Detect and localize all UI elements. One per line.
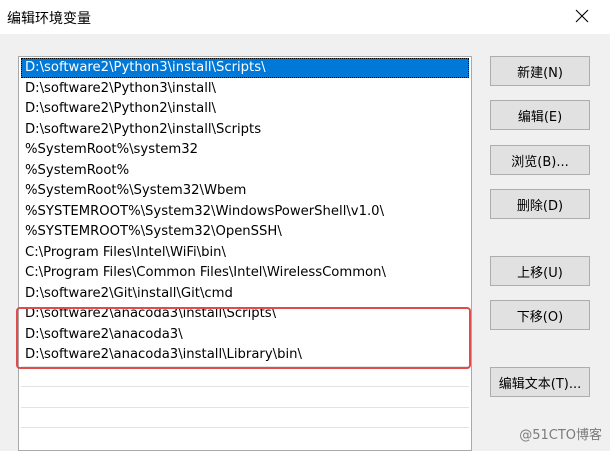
path-list-item[interactable]: D:\software2\anacoda3\install\Library\bi… [21, 345, 469, 365]
path-list-item[interactable]: %SYSTEMROOT%\System32\WindowsPowerShell\… [21, 202, 469, 222]
move-up-button[interactable]: 上移(U) [490, 256, 590, 286]
empty-row-divider [21, 365, 469, 367]
path-list-item[interactable]: D:\software2\Python3\install\Scripts\ [21, 58, 469, 78]
empty-row-divider [21, 427, 469, 428]
edit-environment-variable-dialog: 编辑环境变量 D:\software2\Python3\install\Scri… [0, 0, 610, 451]
empty-row-divider [21, 406, 469, 408]
path-list-item[interactable]: D:\software2\Python3\install\ [21, 79, 469, 99]
close-icon [575, 9, 589, 23]
delete-button[interactable]: 删除(D) [490, 189, 590, 219]
path-list[interactable]: D:\software2\Python3\install\Scripts\ D:\… [18, 56, 472, 451]
empty-row-divider [21, 386, 469, 387]
edit-text-button[interactable]: 编辑文本(T)... [490, 367, 590, 397]
path-list-item[interactable]: D:\software2\anacoda3\install\Scripts\ [21, 304, 469, 324]
edit-button[interactable]: 编辑(E) [490, 100, 590, 130]
path-list-item[interactable]: D:\software2\Python2\install\ [21, 99, 469, 119]
path-list-item[interactable]: %SystemRoot%\system32 [21, 140, 469, 160]
path-list-item[interactable]: D:\software2\Python2\install\Scripts [21, 120, 469, 140]
browse-button[interactable]: 浏览(B)... [490, 145, 590, 175]
path-list-item[interactable]: D:\software2\Git\install\Git\cmd [21, 284, 469, 304]
path-list-item[interactable]: %SystemRoot%\System32\Wbem [21, 181, 469, 201]
watermark: @51CTO博客 [519, 428, 602, 443]
path-list-item[interactable]: C:\Program Files\Common Files\Intel\Wire… [21, 263, 469, 283]
path-list-item[interactable]: D:\software2\anacoda3\ [21, 325, 469, 345]
path-list-item[interactable]: %SystemRoot% [21, 161, 469, 181]
new-button[interactable]: 新建(N) [490, 56, 590, 86]
title-bar: 编辑环境变量 [0, 0, 610, 34]
path-list-item[interactable]: C:\Program Files\Intel\WiFi\bin\ [21, 243, 469, 263]
path-list-item[interactable]: %SYSTEMROOT%\System32\OpenSSH\ [21, 222, 469, 242]
dialog-title: 编辑环境变量 [7, 11, 91, 27]
close-button[interactable] [572, 6, 592, 26]
move-down-button[interactable]: 下移(O) [490, 300, 590, 330]
